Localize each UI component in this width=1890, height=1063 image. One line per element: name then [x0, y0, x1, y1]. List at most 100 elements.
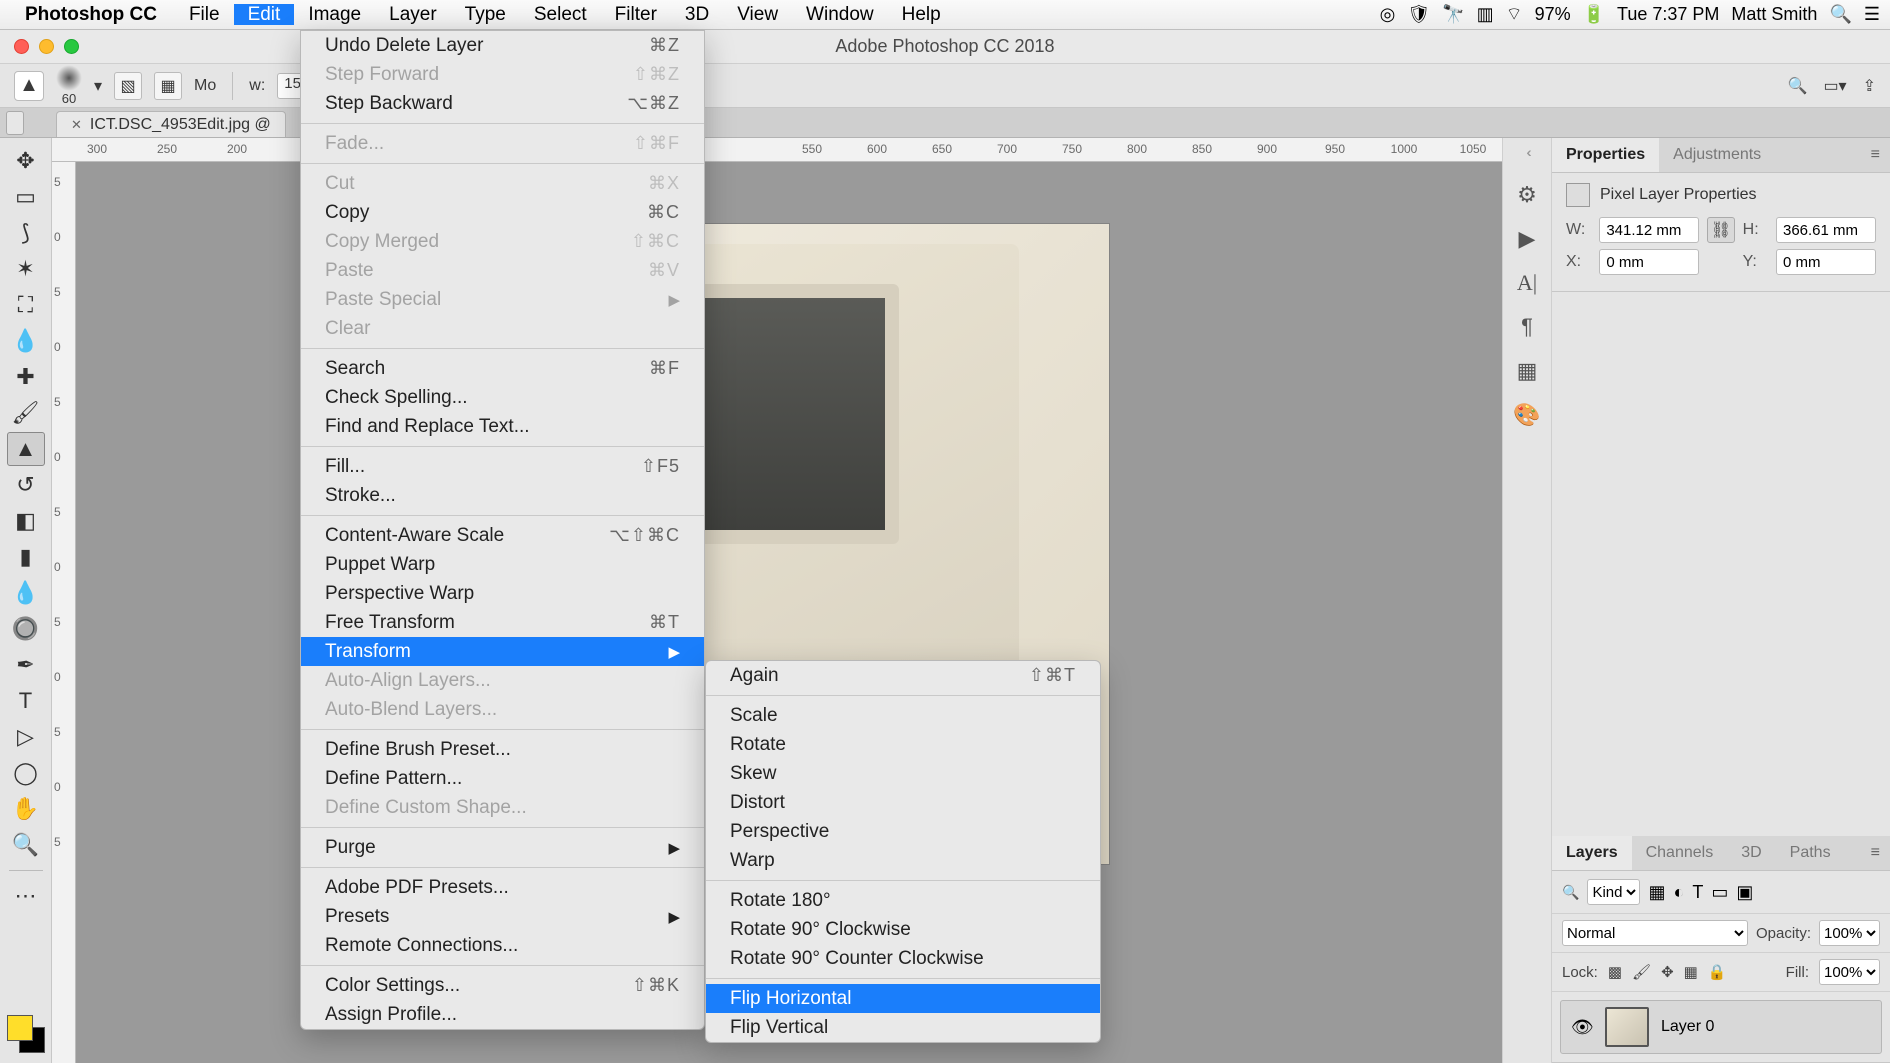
menu-item-puppet-warp[interactable]: Puppet Warp: [301, 550, 704, 579]
document-tab[interactable]: ✕ ICT.DSC_4953Edit.jpg @: [56, 111, 286, 137]
window-minimize-button[interactable]: [39, 39, 54, 54]
search-icon[interactable]: 🔍: [1788, 76, 1808, 96]
visibility-icon[interactable]: 👁: [1571, 1017, 1593, 1038]
edit-toolbar-icon[interactable]: ⋯: [7, 879, 45, 913]
fill-select[interactable]: 100%: [1819, 959, 1880, 985]
height-input[interactable]: [1776, 217, 1876, 243]
brush-preview[interactable]: [56, 65, 82, 91]
menu-3d[interactable]: 3D: [671, 4, 723, 25]
zoom-tool[interactable]: 🔍: [7, 828, 45, 862]
menu-item-purge[interactable]: Purge▶: [301, 833, 704, 862]
app-name[interactable]: Photoshop CC: [25, 4, 157, 26]
x-input[interactable]: [1599, 249, 1699, 275]
lock-transparency-icon[interactable]: ▩: [1608, 963, 1622, 981]
menu-item-distort[interactable]: Distort: [706, 788, 1100, 817]
menu-item-remote-connections[interactable]: Remote Connections...: [301, 931, 704, 960]
close-tab-icon[interactable]: ✕: [71, 117, 82, 133]
sliders-icon[interactable]: ⚙: [1517, 182, 1537, 208]
tab-adjustments[interactable]: Adjustments: [1659, 138, 1775, 172]
clone-stamp-tool[interactable]: ▲: [7, 432, 45, 466]
tab-paths[interactable]: Paths: [1776, 836, 1845, 870]
y-input[interactable]: [1776, 249, 1876, 275]
battery-icon[interactable]: 🔋: [1583, 4, 1605, 25]
healing-tool[interactable]: ✚: [7, 360, 45, 394]
menu-item-step-backward[interactable]: Step Backward⌥⌘Z: [301, 89, 704, 118]
grid-icon[interactable]: ▦: [1517, 358, 1538, 384]
quick-select-tool[interactable]: ✶: [7, 252, 45, 286]
path-select-tool[interactable]: ▷: [7, 720, 45, 754]
character-icon[interactable]: A|: [1517, 270, 1537, 296]
menu-edit[interactable]: Edit: [234, 4, 295, 25]
brush-tool[interactable]: 🖌: [7, 396, 45, 430]
menu-item-copy[interactable]: Copy⌘C: [301, 198, 704, 227]
wifi-icon[interactable]: ⌔: [1506, 3, 1523, 26]
filter-adjust-icon[interactable]: ◐: [1673, 882, 1684, 903]
user-name[interactable]: Matt Smith: [1731, 4, 1817, 25]
foreground-color-swatch[interactable]: [7, 1015, 33, 1041]
clock[interactable]: Tue 7:37 PM: [1617, 4, 1719, 25]
pen-tool[interactable]: ✒: [7, 648, 45, 682]
menu-item-warp[interactable]: Warp: [706, 846, 1100, 875]
menu-layer[interactable]: Layer: [375, 4, 451, 25]
menu-item-transform[interactable]: Transform▶: [301, 637, 704, 666]
history-brush-tool[interactable]: ↺: [7, 468, 45, 502]
marquee-tool[interactable]: ▭: [7, 180, 45, 214]
lock-position-icon[interactable]: ✥: [1661, 963, 1674, 981]
layer-thumbnail[interactable]: [1605, 1007, 1649, 1047]
brush-panel-icon[interactable]: ▧: [114, 72, 142, 100]
color-swatches[interactable]: [7, 1015, 45, 1053]
move-tool[interactable]: ✥: [7, 144, 45, 178]
shape-tool[interactable]: ◯: [7, 756, 45, 790]
tab-properties[interactable]: Properties: [1552, 138, 1659, 172]
layer-name[interactable]: Layer 0: [1661, 1018, 1714, 1036]
control-center-icon[interactable]: ☰: [1864, 4, 1880, 25]
filter-pixel-icon[interactable]: ▦: [1648, 882, 1665, 903]
menu-item-rotate[interactable]: Rotate: [706, 730, 1100, 759]
spotlight-icon[interactable]: 🔍: [1829, 4, 1851, 25]
shield-icon[interactable]: 🛡: [1407, 4, 1430, 25]
menu-item-content-aware-scale[interactable]: Content-Aware Scale⌥⇧⌘C: [301, 521, 704, 550]
tab-channels[interactable]: Channels: [1632, 836, 1728, 870]
menu-item-rotate-90-clockwise[interactable]: Rotate 90° Clockwise: [706, 915, 1100, 944]
menu-item-assign-profile[interactable]: Assign Profile...: [301, 1000, 704, 1029]
panel-menu-icon[interactable]: ≡: [1861, 138, 1890, 172]
lock-image-icon[interactable]: 🖌: [1632, 963, 1651, 981]
menu-item-fill[interactable]: Fill...⇧F5: [301, 452, 704, 481]
menu-file[interactable]: File: [175, 4, 234, 25]
panel-handle-icon[interactable]: [6, 111, 24, 135]
menu-help[interactable]: Help: [888, 4, 955, 25]
eyedropper-tool[interactable]: 💧: [7, 324, 45, 358]
menu-item-define-brush-preset[interactable]: Define Brush Preset...: [301, 735, 704, 764]
menu-item-skew[interactable]: Skew: [706, 759, 1100, 788]
lock-artboard-icon[interactable]: ▦: [1684, 963, 1698, 981]
menu-view[interactable]: View: [723, 4, 792, 25]
menu-item-rotate-180[interactable]: Rotate 180°: [706, 886, 1100, 915]
menu-item-again[interactable]: Again⇧⌘T: [706, 661, 1100, 690]
window-zoom-button[interactable]: [64, 39, 79, 54]
tab-3d[interactable]: 3D: [1727, 836, 1775, 870]
tab-layers[interactable]: Layers: [1552, 836, 1632, 870]
width-input[interactable]: [1599, 217, 1699, 243]
swatches-icon[interactable]: 🎨: [1513, 402, 1540, 428]
filter-type-icon[interactable]: T: [1692, 882, 1703, 903]
menu-item-perspective-warp[interactable]: Perspective Warp: [301, 579, 704, 608]
paragraph-icon[interactable]: ¶: [1521, 314, 1533, 340]
link-dimensions-icon[interactable]: ⛓: [1707, 217, 1734, 243]
menu-item-color-settings[interactable]: Color Settings...⇧⌘K: [301, 971, 704, 1000]
filter-smart-icon[interactable]: ▣: [1736, 882, 1753, 903]
cc-icon[interactable]: ◎: [1380, 4, 1396, 25]
menu-image[interactable]: Image: [294, 4, 375, 25]
blend-mode-select[interactable]: Normal: [1562, 920, 1748, 946]
menu-item-scale[interactable]: Scale: [706, 701, 1100, 730]
filter-shape-icon[interactable]: ▭: [1711, 882, 1728, 903]
menu-item-stroke[interactable]: Stroke...: [301, 481, 704, 510]
brush-settings-icon[interactable]: ▦: [154, 72, 182, 100]
expand-panels-icon[interactable]: ‹‹: [1526, 144, 1527, 160]
workspace-icon[interactable]: ▭▾: [1823, 76, 1846, 96]
gradient-tool[interactable]: ▮: [7, 540, 45, 574]
menu-item-flip-vertical[interactable]: Flip Vertical: [706, 1013, 1100, 1042]
menu-item-check-spelling[interactable]: Check Spelling...: [301, 383, 704, 412]
dodge-tool[interactable]: 🔘: [7, 612, 45, 646]
eraser-tool[interactable]: ◧: [7, 504, 45, 538]
menu-item-free-transform[interactable]: Free Transform⌘T: [301, 608, 704, 637]
